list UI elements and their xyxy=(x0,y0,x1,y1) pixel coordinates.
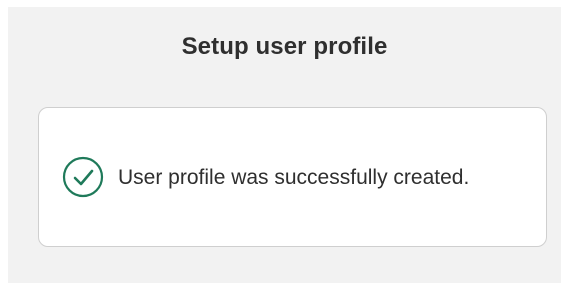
success-message: User profile was successfully created. xyxy=(118,166,470,189)
page-title: Setup user profile xyxy=(181,33,388,60)
setup-panel: Setup user profile User profile was succ… xyxy=(8,7,561,283)
check-circle-icon xyxy=(62,156,104,198)
success-message-card: User profile was successfully created. xyxy=(38,107,547,247)
